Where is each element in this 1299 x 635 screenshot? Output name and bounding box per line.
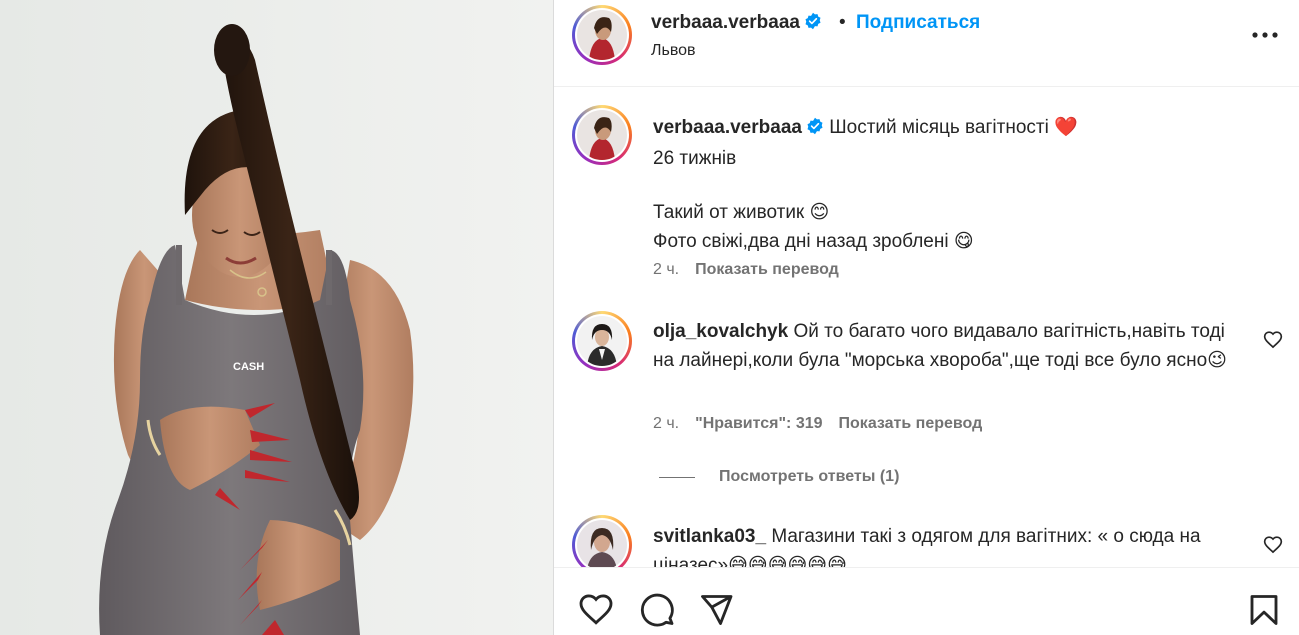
author-username-text[interactable]: verbaaa.verbaaa [651, 12, 800, 33]
caption-avatar[interactable] [572, 105, 632, 165]
comment-username[interactable]: svitlanka03_ [653, 526, 766, 547]
view-replies-label[interactable]: Посмотреть ответы (1) [719, 468, 899, 486]
caption-line-1-text: Шостий місяць вагітності ❤️ [829, 117, 1078, 138]
post-header: verbaaa.verbaaa • Подписаться Львов [554, 0, 1299, 87]
more-horizontal-icon[interactable] [1248, 22, 1282, 48]
pregnant-woman-photo: CASH [0, 0, 553, 635]
verified-badge-icon [804, 12, 822, 36]
separator-dot: • [839, 12, 846, 33]
comment-text: svitlanka03_ Магазини такі з одягом для … [653, 522, 1238, 567]
comment-meta: 2 ч. "Нравится": 319 Показать перевод [653, 415, 998, 433]
comment-time[interactable]: 2 ч. [653, 415, 679, 432]
post-location[interactable]: Львов [651, 42, 696, 60]
comment-like-heart-icon[interactable] [1263, 535, 1283, 555]
comment-icon[interactable] [639, 592, 675, 628]
comment-likes-count[interactable]: "Нравится": 319 [695, 415, 822, 432]
replies-divider [659, 476, 695, 478]
comment-avatar[interactable] [572, 515, 632, 567]
comment-avatar-image [577, 316, 627, 366]
comment-avatar[interactable] [572, 311, 632, 371]
caption-line-1: verbaaa.verbaaa Шостий місяць вагітності… [653, 113, 1238, 144]
comments-list[interactable]: verbaaa.verbaaa Шостий місяць вагітності… [554, 88, 1299, 567]
view-replies-button[interactable]: Посмотреть ответы (1) [659, 468, 899, 486]
post-actions-bar [554, 567, 1299, 635]
verified-badge-icon [806, 115, 824, 144]
author-avatar-image [577, 10, 627, 60]
comment-avatar-image [577, 520, 627, 567]
author-avatar[interactable] [572, 5, 632, 65]
send-icon[interactable] [698, 592, 734, 628]
post-photo[interactable]: CASH [0, 0, 553, 635]
caption-username[interactable]: verbaaa.verbaaa [653, 117, 802, 138]
svg-text:CASH: CASH [233, 361, 264, 373]
comment-username[interactable]: olja_kovalchyk [653, 321, 788, 342]
heart-icon[interactable] [578, 592, 614, 628]
author-username[interactable]: verbaaa.verbaaa [651, 12, 822, 36]
caption-time[interactable]: 2 ч. [653, 261, 679, 278]
caption-line-2: 26 тижнів [653, 148, 737, 169]
comment-text: olja_kovalchyk Ой то багато чого видавал… [653, 317, 1238, 375]
caption-meta: 2 ч. Показать перевод [653, 261, 855, 279]
bookmark-icon[interactable] [1246, 592, 1282, 628]
comment-translate-button[interactable]: Показать перевод [839, 415, 983, 432]
caption-avatar-image [577, 110, 627, 160]
caption-translate-button[interactable]: Показать перевод [695, 261, 839, 278]
caption-line-4: Фото свіжі,два дні назад зроблені 😋 [653, 231, 974, 252]
follow-button[interactable]: Подписаться [856, 12, 980, 34]
caption-line-3: Такий от животик 😊 [653, 202, 830, 223]
post-side-panel: verbaaa.verbaaa • Подписаться Львов verb… [553, 0, 1299, 635]
comment-like-heart-icon[interactable] [1263, 330, 1283, 350]
caption-text: verbaaa.verbaaa Шостий місяць вагітності… [653, 113, 1238, 256]
